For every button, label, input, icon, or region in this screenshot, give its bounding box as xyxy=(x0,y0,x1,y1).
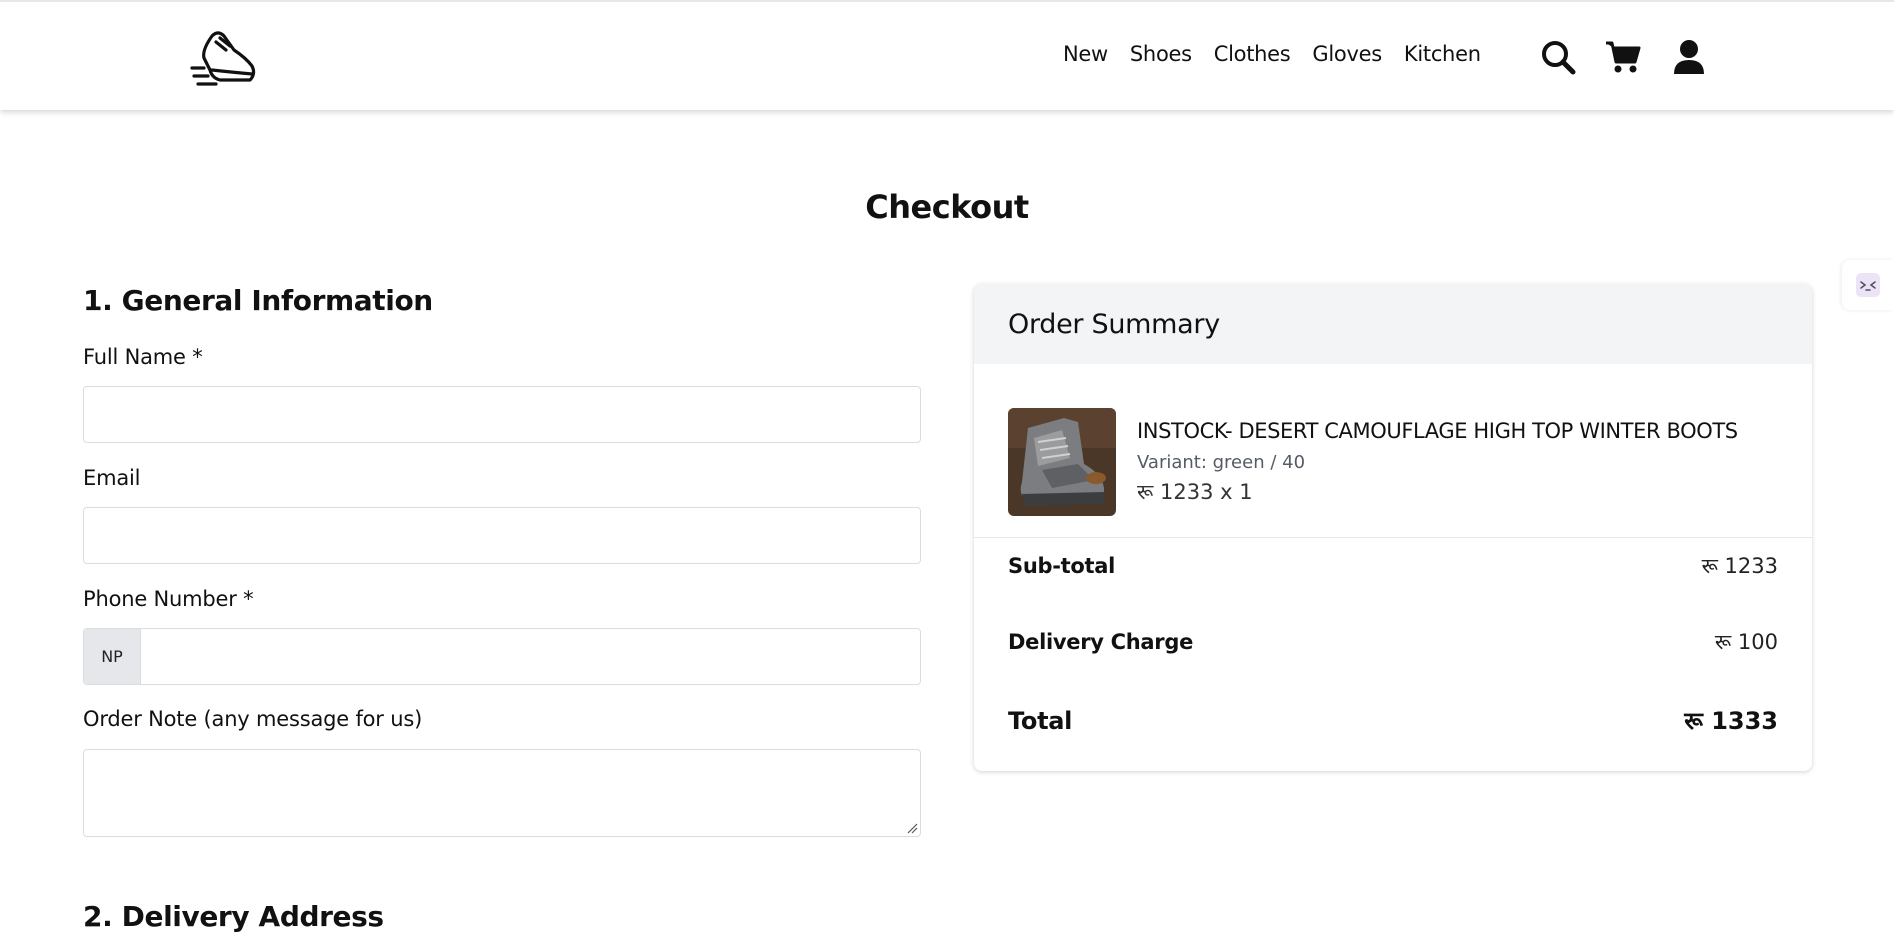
phone-input[interactable] xyxy=(141,629,920,684)
product-price-quantity: रू 1233 x 1 xyxy=(1137,480,1253,504)
phone-country-prefix[interactable]: NP xyxy=(84,629,141,684)
page-title: Checkout xyxy=(865,188,1029,226)
helper-face-icon xyxy=(1856,273,1880,297)
order-summary-card: Order Summary INSTOCK- DESERT CAMOUFLAGE… xyxy=(974,284,1812,771)
cart-line-item: INSTOCK- DESERT CAMOUFLAGE HIGH TOP WINT… xyxy=(974,364,1812,538)
subtotal-label: Sub-total xyxy=(1008,554,1115,578)
delivery-charge-value: रू 100 xyxy=(1714,630,1778,654)
full-name-input[interactable] xyxy=(83,386,921,443)
phone-label: Phone Number * xyxy=(83,587,254,611)
subtotal-row: Sub-total रू 1233 xyxy=(1008,552,1778,580)
nav-item-new[interactable]: New xyxy=(1063,42,1108,66)
phone-field: NP xyxy=(83,628,921,685)
order-summary-title: Order Summary xyxy=(974,284,1812,364)
delivery-charge-label: Delivery Charge xyxy=(1008,630,1194,654)
floating-helper-widget[interactable] xyxy=(1842,260,1894,310)
general-info-heading: 1. General Information xyxy=(83,284,433,317)
subtotal-value: रू 1233 xyxy=(1701,554,1778,578)
total-value: रू 1333 xyxy=(1684,707,1778,735)
email-input[interactable] xyxy=(83,507,921,564)
total-label: Total xyxy=(1008,706,1073,735)
email-label: Email xyxy=(83,466,141,490)
full-name-label: Full Name * xyxy=(83,345,203,369)
total-row: Total रू 1333 xyxy=(1008,704,1778,737)
order-note-label: Order Note (any message for us) xyxy=(83,707,423,731)
product-variant: Variant: green / 40 xyxy=(1137,452,1306,473)
site-header: New Shoes Clothes Gloves Kitchen xyxy=(0,0,1894,110)
order-note-textarea[interactable] xyxy=(83,749,921,837)
nav-item-shoes[interactable]: Shoes xyxy=(1130,42,1192,66)
nav-item-gloves[interactable]: Gloves xyxy=(1312,42,1382,66)
nav-item-clothes[interactable]: Clothes xyxy=(1214,42,1291,66)
user-icon[interactable] xyxy=(1670,38,1708,76)
search-icon[interactable] xyxy=(1539,38,1577,76)
main-nav: New Shoes Clothes Gloves Kitchen xyxy=(1063,42,1481,66)
product-thumbnail[interactable] xyxy=(1008,408,1116,516)
cart-icon[interactable] xyxy=(1604,38,1642,76)
nav-item-kitchen[interactable]: Kitchen xyxy=(1404,42,1481,66)
shoe-logo-icon[interactable] xyxy=(190,28,258,88)
delivery-address-heading: 2. Delivery Address xyxy=(83,900,384,933)
product-name[interactable]: INSTOCK- DESERT CAMOUFLAGE HIGH TOP WINT… xyxy=(1137,419,1738,443)
delivery-charge-row: Delivery Charge रू 100 xyxy=(1008,628,1778,656)
resize-handle-icon[interactable] xyxy=(906,822,918,834)
